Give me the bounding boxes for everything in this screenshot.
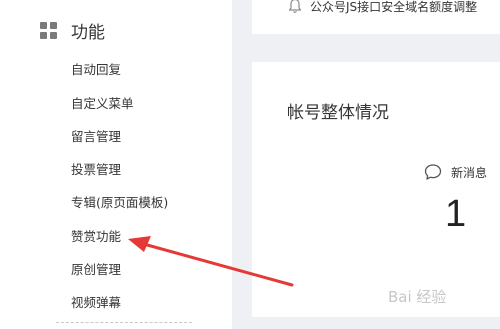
watermark-logo: Bai 经验	[388, 288, 447, 306]
account-overview-card: 帐号整体情况 新消息 1	[252, 62, 500, 317]
new-messages-count[interactable]: 1	[445, 193, 466, 236]
card-title: 帐号整体情况	[287, 103, 389, 123]
new-messages-label: 新消息	[451, 166, 488, 180]
sidebar-item-album[interactable]: 专辑(原页面模板)	[71, 192, 168, 211]
sidebar-item-comment-management[interactable]: 留言管理	[71, 126, 121, 145]
notice-card: 公众号JS接口安全域名额度调整	[252, 0, 500, 34]
sidebar-item-auto-reply[interactable]: 自动回复	[71, 59, 121, 78]
section-title: 功能	[71, 22, 105, 43]
chat-bubble-icon	[424, 164, 442, 180]
sidebar-item-video-danmaku[interactable]: 视频弹幕	[71, 292, 121, 311]
sidebar-item-original-management[interactable]: 原创管理	[71, 259, 121, 278]
sidebar-item-reward[interactable]: 赞赏功能	[71, 226, 121, 245]
sidebar-item-vote-management[interactable]: 投票管理	[71, 159, 121, 178]
grid-icon	[40, 21, 57, 39]
notice-link[interactable]: 公众号JS接口安全域名额度调整	[310, 0, 477, 15]
section-header: 功能	[40, 18, 105, 43]
sidebar-item-custom-menu[interactable]: 自定义菜单	[71, 93, 134, 112]
dashed-divider	[56, 322, 192, 323]
bell-icon	[288, 0, 302, 13]
sidebar: 功能 自动回复 自定义菜单 留言管理 投票管理 专辑(原页面模板) 赞赏功能 原…	[0, 0, 232, 329]
